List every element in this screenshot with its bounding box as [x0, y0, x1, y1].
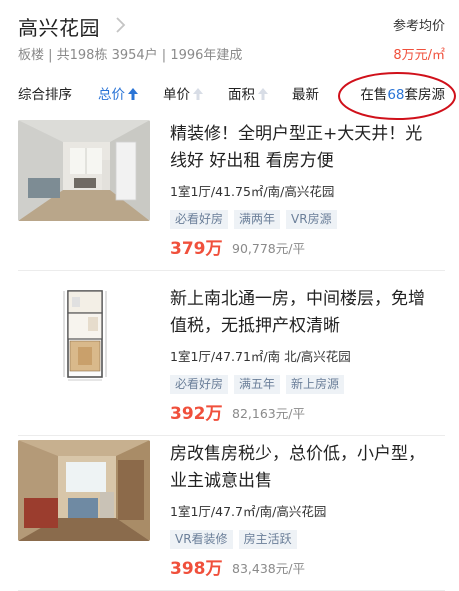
listing-meta: 1室1厅/47.71㎡/南 北/高兴花园	[170, 349, 351, 364]
on-sale-suffix: 套房源	[404, 87, 446, 103]
listing-tag: 满五年	[234, 375, 281, 394]
page: 高兴花园 板楼 | 共198栋 3954户 | 1996年建成 参考均价 8万元…	[0, 0, 459, 591]
listing-unit-price: 83,438元/平	[232, 561, 305, 576]
listing-meta: 1室1厅/47.7㎡/南/高兴花园	[170, 504, 327, 519]
sort-label: 综合排序	[18, 87, 72, 103]
listing-tags: 必看好房 满两年 VR房源	[170, 208, 343, 229]
arrow-up-icon	[193, 88, 203, 100]
community-title[interactable]: 高兴花园	[18, 12, 100, 41]
listing-tag: 房主活跃	[238, 530, 297, 549]
listing-title[interactable]: 精装修！全明户型正+大天井！光线好 好出租 看房方便	[170, 121, 430, 175]
listing-title[interactable]: 新上南北通一房，中间楼层，免增值税，无抵押产权清晰	[170, 286, 430, 340]
listing-title[interactable]: 房改售房税少，总价低，小户型，业主诚意出售	[170, 441, 430, 495]
sort-total-price[interactable]: 总价	[98, 83, 138, 103]
listing-tag: VR房源	[286, 210, 337, 229]
listing-item[interactable]: 精装修！全明户型正+大天井！光线好 好出租 看房方便 1室1厅/41.75㎡/南…	[0, 120, 459, 278]
listing-tag: 新上房源	[286, 375, 345, 394]
on-sale-number: 68	[387, 87, 405, 103]
sort-bar: 综合排序 总价 单价 面积 最新 在售68套房源	[0, 72, 459, 110]
listing-tag: 必看好房	[170, 210, 229, 229]
sort-label: 最新	[292, 87, 319, 103]
community-header: 高兴花园 板楼 | 共198栋 3954户 | 1996年建成 参考均价 8万元…	[0, 0, 459, 72]
listing-tag: VR看装修	[170, 530, 233, 549]
listing-total-price: 398万	[170, 559, 223, 579]
on-sale-prefix: 在售	[360, 87, 388, 103]
listing-tags: VR看装修 房主活跃	[170, 528, 303, 549]
listing-tag: 满两年	[234, 210, 281, 229]
arrow-up-icon	[128, 88, 138, 100]
community-meta: 板楼 | 共198栋 3954户 | 1996年建成	[18, 48, 243, 63]
divider	[18, 435, 445, 436]
sort-label: 总价	[98, 87, 125, 103]
listing-unit-price: 90,778元/平	[232, 241, 305, 256]
on-sale-count[interactable]: 在售68套房源	[360, 83, 445, 103]
sort-unit-price[interactable]: 单价	[163, 83, 203, 103]
sort-newest[interactable]: 最新	[292, 83, 319, 103]
listing-photo[interactable]	[18, 440, 150, 541]
listing-item[interactable]: 房改售房税少，总价低，小户型，业主诚意出售 1室1厅/47.7㎡/南/高兴花园 …	[0, 440, 459, 591]
listing-total-price: 392万	[170, 404, 223, 424]
listing-photo[interactable]	[18, 120, 150, 221]
divider	[18, 270, 445, 271]
reference-price-value: 8万元/㎡	[393, 48, 445, 63]
listing-tag: 必看好房	[170, 375, 229, 394]
bedroom-photo	[18, 440, 150, 541]
listing-meta: 1室1厅/41.75㎡/南/高兴花园	[170, 184, 335, 199]
listing-item[interactable]: 新上南北通一房，中间楼层，免增值税，无抵押产权清晰 1室1厅/47.71㎡/南 …	[0, 285, 459, 443]
sort-comprehensive[interactable]: 综合排序	[18, 83, 72, 103]
listing-total-price: 379万	[170, 239, 223, 259]
listing-unit-price: 82,163元/平	[232, 406, 305, 421]
sort-label: 面积	[228, 87, 255, 103]
sort-label: 单价	[163, 87, 190, 103]
arrow-up-icon	[258, 88, 268, 100]
floorplan-image	[18, 285, 150, 386]
listing-tags: 必看好房 满五年 新上房源	[170, 373, 350, 394]
listing-floorplan[interactable]	[18, 285, 150, 386]
chevron-right-icon[interactable]	[114, 15, 128, 35]
sort-area[interactable]: 面积	[228, 83, 268, 103]
living-room-photo	[18, 120, 150, 221]
reference-price-label: 参考均价	[392, 19, 445, 34]
